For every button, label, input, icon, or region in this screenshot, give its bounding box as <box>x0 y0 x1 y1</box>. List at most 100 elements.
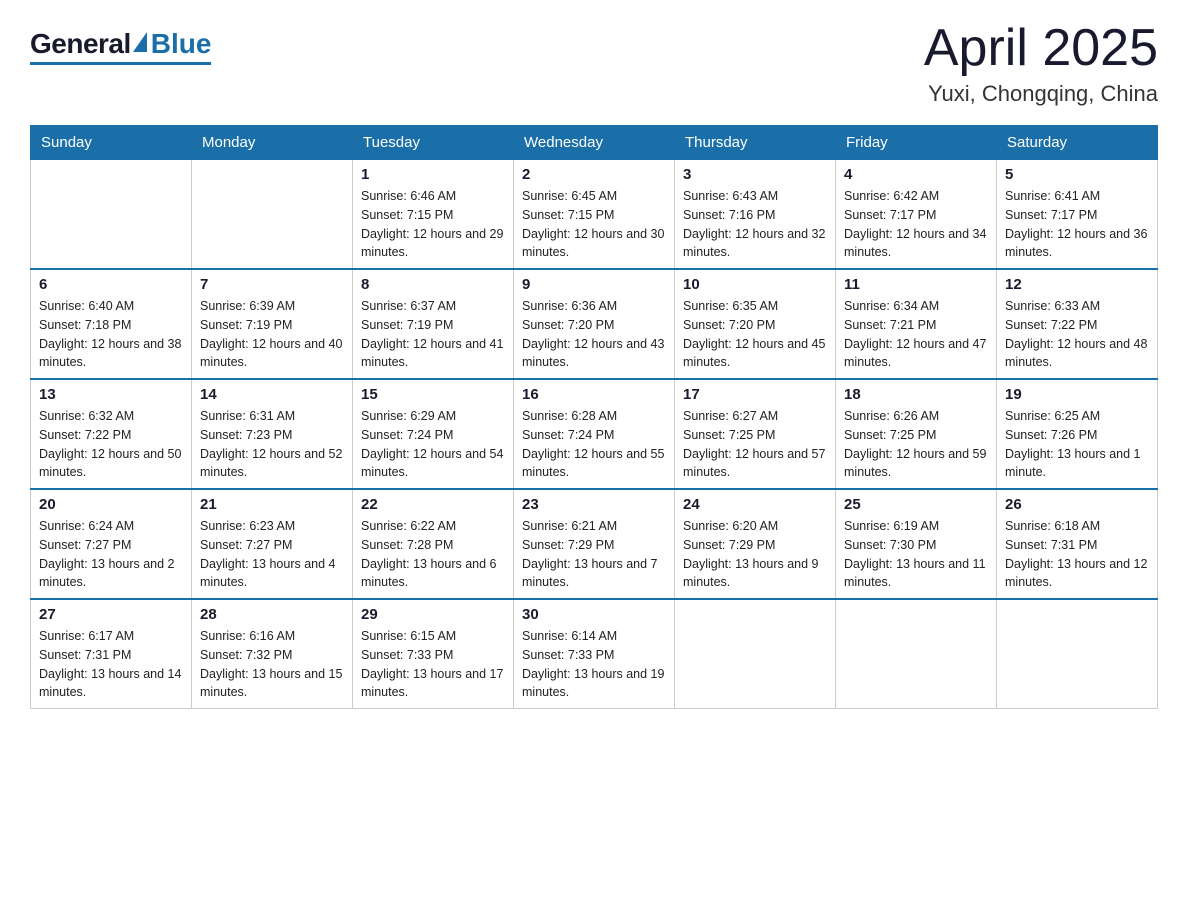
calendar-cell: 27 Sunrise: 6:17 AMSunset: 7:31 PMDayligh… <box>31 599 192 709</box>
calendar-cell <box>675 599 836 709</box>
location-text: Yuxi, Chongqing, China <box>924 81 1158 107</box>
calendar-week-row: 27 Sunrise: 6:17 AMSunset: 7:31 PMDayligh… <box>31 599 1158 709</box>
day-info: Sunrise: 6:43 AMSunset: 7:16 PMDaylight:… <box>683 187 827 262</box>
day-number: 16 <box>522 386 666 403</box>
day-number: 17 <box>683 386 827 403</box>
calendar-cell: 12 Sunrise: 6:33 AMSunset: 7:22 PMDayligh… <box>997 269 1158 379</box>
day-info: Sunrise: 6:19 AMSunset: 7:30 PMDaylight:… <box>844 517 988 592</box>
calendar-cell: 23Sunrise: 6:21 AMSunset: 7:29 PMDayligh… <box>514 489 675 599</box>
day-info: Sunrise: 6:24 AMSunset: 7:27 PMDaylight:… <box>39 517 183 592</box>
month-title: April 2025 <box>924 20 1158 77</box>
day-number: 2 <box>522 166 666 183</box>
day-number: 4 <box>844 166 988 183</box>
day-number: 26 <box>1005 496 1149 513</box>
weekday-header-tuesday: Tuesday <box>353 126 514 160</box>
calendar-cell <box>836 599 997 709</box>
day-info: Sunrise: 6:31 AMSunset: 7:23 PMDaylight:… <box>200 407 344 482</box>
day-info: Sunrise: 6:22 AMSunset: 7:28 PMDaylight:… <box>361 517 505 592</box>
logo-underline <box>30 62 211 65</box>
day-info: Sunrise: 6:35 AMSunset: 7:20 PMDaylight:… <box>683 297 827 372</box>
calendar-cell: 22 Sunrise: 6:22 AMSunset: 7:28 PMDayligh… <box>353 489 514 599</box>
day-number: 6 <box>39 276 183 293</box>
day-info: Sunrise: 6:15 AMSunset: 7:33 PMDaylight:… <box>361 627 505 702</box>
calendar-cell: 15 Sunrise: 6:29 AMSunset: 7:24 PMDayligh… <box>353 379 514 489</box>
calendar-cell <box>31 160 192 270</box>
day-info: Sunrise: 6:25 AMSunset: 7:26 PMDaylight:… <box>1005 407 1149 482</box>
weekday-header-friday: Friday <box>836 126 997 160</box>
calendar-cell: 4Sunrise: 6:42 AMSunset: 7:17 PMDaylight… <box>836 160 997 270</box>
weekday-header-wednesday: Wednesday <box>514 126 675 160</box>
day-number: 10 <box>683 276 827 293</box>
calendar-cell: 3Sunrise: 6:43 AMSunset: 7:16 PMDaylight… <box>675 160 836 270</box>
day-number: 19 <box>1005 386 1149 403</box>
day-info: Sunrise: 6:40 AMSunset: 7:18 PMDaylight:… <box>39 297 183 372</box>
calendar-header-row: SundayMondayTuesdayWednesdayThursdayFrid… <box>31 126 1158 160</box>
day-number: 27 <box>39 606 183 623</box>
day-number: 21 <box>200 496 344 513</box>
weekday-header-thursday: Thursday <box>675 126 836 160</box>
day-info: Sunrise: 6:36 AMSunset: 7:20 PMDaylight:… <box>522 297 666 372</box>
calendar-cell: 8Sunrise: 6:37 AMSunset: 7:19 PMDaylight… <box>353 269 514 379</box>
day-number: 7 <box>200 276 344 293</box>
day-number: 5 <box>1005 166 1149 183</box>
day-number: 11 <box>844 276 988 293</box>
calendar-cell: 28Sunrise: 6:16 AMSunset: 7:32 PMDayligh… <box>192 599 353 709</box>
day-info: Sunrise: 6:33 AMSunset: 7:22 PMDaylight:… <box>1005 297 1149 372</box>
day-info: Sunrise: 6:34 AMSunset: 7:21 PMDaylight:… <box>844 297 988 372</box>
day-info: Sunrise: 6:39 AMSunset: 7:19 PMDaylight:… <box>200 297 344 372</box>
day-number: 28 <box>200 606 344 623</box>
calendar-cell: 21Sunrise: 6:23 AMSunset: 7:27 PMDayligh… <box>192 489 353 599</box>
day-number: 15 <box>361 386 505 403</box>
day-number: 14 <box>200 386 344 403</box>
calendar-week-row: 1Sunrise: 6:46 AMSunset: 7:15 PMDaylight… <box>31 160 1158 270</box>
calendar-week-row: 6 Sunrise: 6:40 AMSunset: 7:18 PMDaylight… <box>31 269 1158 379</box>
calendar-cell: 11 Sunrise: 6:34 AMSunset: 7:21 PMDayligh… <box>836 269 997 379</box>
day-number: 20 <box>39 496 183 513</box>
day-info: Sunrise: 6:46 AMSunset: 7:15 PMDaylight:… <box>361 187 505 262</box>
day-info: Sunrise: 6:32 AMSunset: 7:22 PMDaylight:… <box>39 407 183 482</box>
day-number: 9 <box>522 276 666 293</box>
logo-triangle-icon <box>133 32 147 52</box>
calendar-cell: 16Sunrise: 6:28 AMSunset: 7:24 PMDayligh… <box>514 379 675 489</box>
calendar-week-row: 20 Sunrise: 6:24 AMSunset: 7:27 PMDayligh… <box>31 489 1158 599</box>
day-number: 24 <box>683 496 827 513</box>
calendar-week-row: 13 Sunrise: 6:32 AMSunset: 7:22 PMDayligh… <box>31 379 1158 489</box>
page-header: General Blue April 2025 Yuxi, Chongqing,… <box>30 20 1158 107</box>
logo: General Blue <box>30 28 211 65</box>
day-info: Sunrise: 6:14 AMSunset: 7:33 PMDaylight:… <box>522 627 666 702</box>
logo-general-text: General <box>30 28 131 60</box>
calendar-cell: 6 Sunrise: 6:40 AMSunset: 7:18 PMDaylight… <box>31 269 192 379</box>
calendar-cell: 2Sunrise: 6:45 AMSunset: 7:15 PMDaylight… <box>514 160 675 270</box>
calendar-cell: 26Sunrise: 6:18 AMSunset: 7:31 PMDayligh… <box>997 489 1158 599</box>
calendar-cell: 29Sunrise: 6:15 AMSunset: 7:33 PMDayligh… <box>353 599 514 709</box>
calendar-cell: 17Sunrise: 6:27 AMSunset: 7:25 PMDayligh… <box>675 379 836 489</box>
day-number: 13 <box>39 386 183 403</box>
calendar-table: SundayMondayTuesdayWednesdayThursdayFrid… <box>30 125 1158 709</box>
day-info: Sunrise: 6:26 AMSunset: 7:25 PMDaylight:… <box>844 407 988 482</box>
day-info: Sunrise: 6:20 AMSunset: 7:29 PMDaylight:… <box>683 517 827 592</box>
day-number: 22 <box>361 496 505 513</box>
calendar-cell: 5 Sunrise: 6:41 AMSunset: 7:17 PMDaylight… <box>997 160 1158 270</box>
calendar-cell: 14 Sunrise: 6:31 AMSunset: 7:23 PMDayligh… <box>192 379 353 489</box>
day-info: Sunrise: 6:17 AMSunset: 7:31 PMDaylight:… <box>39 627 183 702</box>
day-number: 25 <box>844 496 988 513</box>
calendar-cell: 19 Sunrise: 6:25 AMSunset: 7:26 PMDayligh… <box>997 379 1158 489</box>
calendar-cell <box>997 599 1158 709</box>
day-number: 12 <box>1005 276 1149 293</box>
day-number: 18 <box>844 386 988 403</box>
calendar-cell <box>192 160 353 270</box>
calendar-cell: 24 Sunrise: 6:20 AMSunset: 7:29 PMDayligh… <box>675 489 836 599</box>
weekday-header-monday: Monday <box>192 126 353 160</box>
logo-blue-text: Blue <box>151 28 212 60</box>
day-number: 8 <box>361 276 505 293</box>
weekday-header-sunday: Sunday <box>31 126 192 160</box>
day-number: 30 <box>522 606 666 623</box>
calendar-cell: 25 Sunrise: 6:19 AMSunset: 7:30 PMDayligh… <box>836 489 997 599</box>
weekday-header-saturday: Saturday <box>997 126 1158 160</box>
title-area: April 2025 Yuxi, Chongqing, China <box>924 20 1158 107</box>
day-info: Sunrise: 6:29 AMSunset: 7:24 PMDaylight:… <box>361 407 505 482</box>
day-number: 23 <box>522 496 666 513</box>
calendar-cell: 9 Sunrise: 6:36 AMSunset: 7:20 PMDaylight… <box>514 269 675 379</box>
calendar-cell: 10 Sunrise: 6:35 AMSunset: 7:20 PMDayligh… <box>675 269 836 379</box>
day-info: Sunrise: 6:41 AMSunset: 7:17 PMDaylight:… <box>1005 187 1149 262</box>
